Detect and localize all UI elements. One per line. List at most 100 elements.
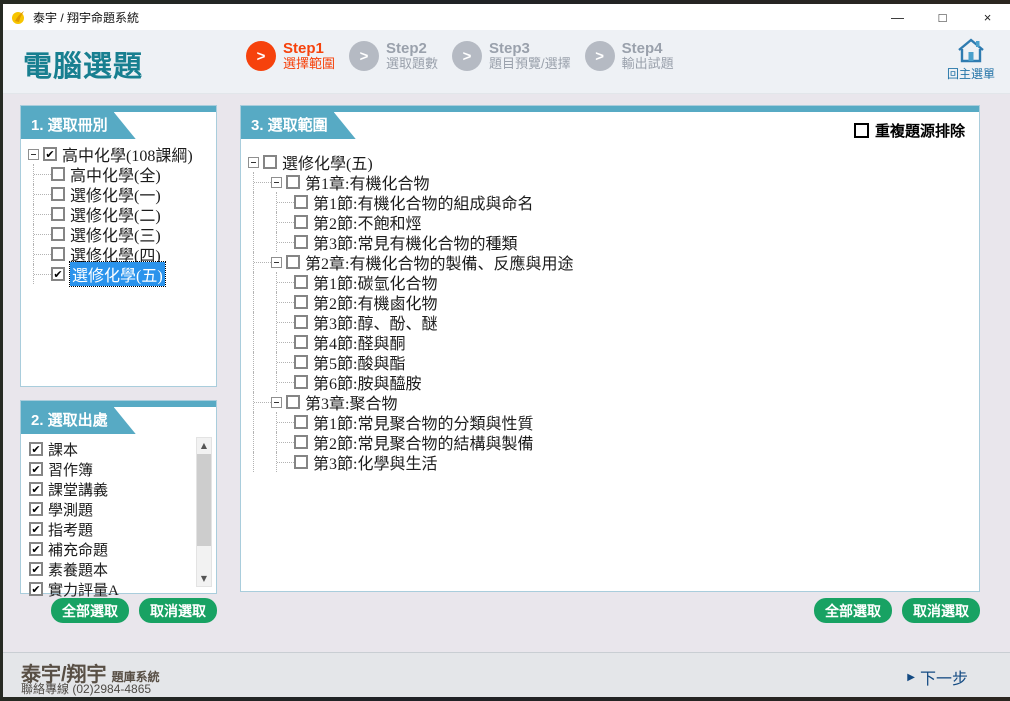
source-checkbox[interactable]: ✔ [29, 542, 43, 556]
collapse-icon[interactable] [271, 397, 282, 408]
step-name: Step2 [386, 40, 438, 57]
tree-guide [253, 332, 271, 352]
collapse-icon[interactable] [271, 177, 282, 188]
volume-row: 高中化學(全) [28, 164, 212, 184]
source-label[interactable]: 課本 [48, 439, 78, 460]
source-deselect-all-button[interactable]: 取消選取 [139, 598, 217, 623]
source-checkbox[interactable]: ✔ [29, 522, 43, 536]
source-checkbox[interactable]: ✔ [29, 502, 43, 516]
tree-connector [33, 224, 51, 244]
range-row: 第1節:碳氫化合物 [248, 272, 975, 292]
collapse-icon[interactable] [248, 157, 259, 168]
step-chevron-icon: > [585, 41, 615, 71]
volume-checkbox[interactable] [51, 227, 65, 241]
volume-checkbox[interactable] [51, 167, 65, 181]
header-band: 電腦選題 > Step1 選擇範圍> Step2 選取題數> Step3 題目預… [3, 30, 1010, 94]
range-row: 第2節:有機鹵化物 [248, 292, 975, 312]
source-scrollbar[interactable]: ▲ ▼ [196, 437, 212, 587]
tree-guide [253, 272, 271, 292]
tree-connector [276, 292, 294, 312]
tree-connector [253, 172, 271, 192]
range-buttons: 全部選取 取消選取 [240, 598, 980, 623]
range-checkbox[interactable] [294, 435, 308, 449]
source-checkbox[interactable]: ✔ [29, 582, 43, 596]
source-checkbox[interactable]: ✔ [29, 562, 43, 576]
volume-checkbox[interactable] [51, 207, 65, 221]
source-checkbox[interactable]: ✔ [29, 482, 43, 496]
range-row: 第1節:常見聚合物的分類與性質 [248, 412, 975, 432]
source-label[interactable]: 實力評量A [48, 579, 119, 600]
volume-row: 選修化學(一) [28, 184, 212, 204]
range-checkbox[interactable] [294, 455, 308, 469]
range-checkbox[interactable] [294, 355, 308, 369]
range-checkbox[interactable] [294, 275, 308, 289]
source-checkbox[interactable]: ✔ [29, 462, 43, 476]
source-label[interactable]: 素養題本 [48, 559, 108, 580]
range-checkbox[interactable] [294, 335, 308, 349]
volume-row: ✔ 選修化學(五) [28, 264, 212, 284]
tree-connector [276, 312, 294, 332]
minimize-icon[interactable]: — [875, 4, 920, 30]
maximize-icon[interactable]: □ [920, 4, 965, 30]
home-button[interactable]: 回主選單 [942, 37, 1000, 82]
tree-connector [276, 352, 294, 372]
tree-connector [276, 232, 294, 252]
step-label: 輸出試題 [622, 57, 674, 72]
range-deselect-all-button[interactable]: 取消選取 [902, 598, 980, 623]
range-checkbox[interactable] [294, 415, 308, 429]
range-checkbox[interactable] [294, 375, 308, 389]
tree-guide [253, 312, 271, 332]
source-checklist: ✔ 課本✔ 習作簿✔ 課堂講義✔ 學測題✔ 指考題✔ 補充命題✔ 素養題本✔ 實… [29, 439, 192, 599]
range-checkbox[interactable] [286, 175, 300, 189]
tree-connector [253, 252, 271, 272]
collapse-icon[interactable] [28, 149, 39, 160]
source-label[interactable]: 學測題 [48, 499, 93, 520]
range-checkbox[interactable] [294, 235, 308, 249]
range-row: 第3節:醇、酚、醚 [248, 312, 975, 332]
volume-checkbox[interactable]: ✔ [43, 147, 57, 161]
tree-connector [276, 372, 294, 392]
dedupe-label: 重複題源排除 [875, 120, 965, 141]
range-row: 第3章:聚合物 [248, 392, 975, 412]
source-row: ✔ 課堂講義 [29, 479, 192, 499]
scroll-up-icon[interactable]: ▲ [197, 438, 211, 453]
step-chevron-icon: > [246, 41, 276, 71]
source-checkbox[interactable]: ✔ [29, 442, 43, 456]
volume-label[interactable]: 選修化學(五) [70, 262, 165, 286]
step-indicator: > Step1 選擇範圍> Step2 選取題數> Step3 題目預覽/選擇>… [246, 40, 688, 72]
scroll-thumb[interactable] [197, 454, 211, 546]
collapse-icon[interactable] [271, 257, 282, 268]
range-checkbox[interactable] [294, 315, 308, 329]
range-checkbox[interactable] [286, 395, 300, 409]
close-icon[interactable]: × [965, 4, 1010, 30]
range-row: 第4節:醛與酮 [248, 332, 975, 352]
volume-checkbox[interactable] [51, 187, 65, 201]
range-checkbox[interactable] [294, 295, 308, 309]
tree-connector [33, 164, 51, 184]
step-name: Step3 [489, 40, 571, 57]
range-checkbox[interactable] [294, 195, 308, 209]
source-select-all-button[interactable]: 全部選取 [51, 598, 129, 623]
next-arrow-icon: ▶ [907, 672, 915, 683]
range-checkbox[interactable] [286, 255, 300, 269]
app-window: 泰宇 / 翔宇命題系統 — □ × 電腦選題 > Step1 選擇範圍> Ste… [3, 4, 1010, 697]
source-label[interactable]: 補充命題 [48, 539, 108, 560]
app-icon [11, 9, 27, 25]
source-label[interactable]: 習作簿 [48, 459, 93, 480]
range-checkbox[interactable] [294, 215, 308, 229]
range-checkbox[interactable] [263, 155, 277, 169]
next-step-button[interactable]: ▶ 下一步 [907, 665, 968, 689]
range-row: 第1章:有機化合物 [248, 172, 975, 192]
step-label: 選擇範圍 [283, 57, 335, 72]
volume-checkbox[interactable] [51, 247, 65, 261]
scroll-down-icon[interactable]: ▼ [197, 571, 211, 586]
source-label[interactable]: 課堂講義 [48, 479, 108, 500]
volume-checkbox[interactable]: ✔ [51, 267, 65, 281]
source-label[interactable]: 指考題 [48, 519, 93, 540]
panel2-title: 2. 選取出處 [21, 407, 114, 434]
dedupe-checkbox[interactable] [854, 123, 869, 138]
tree-connector [33, 264, 51, 284]
tree-connector [276, 332, 294, 352]
range-select-all-button[interactable]: 全部選取 [814, 598, 892, 623]
range-label[interactable]: 第3節:化學與生活 [313, 450, 437, 474]
